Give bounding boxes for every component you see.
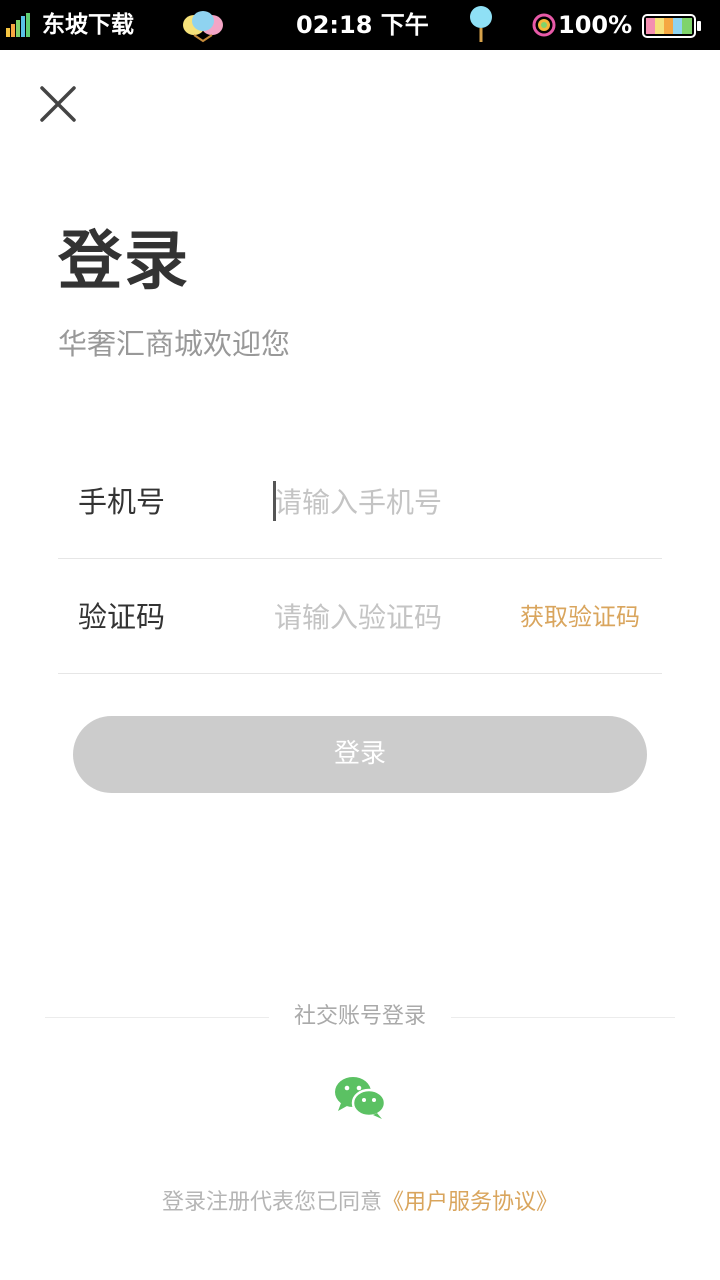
agreement-prefix: 登录注册代表您已同意: [161, 1190, 382, 1215]
battery-level: 100%: [558, 11, 633, 39]
get-code-button[interactable]: 获取验证码: [520, 599, 640, 635]
login-page: 东坡下载 02:18 下午 100% 登录 华奢汇商城欢迎您 手机号 请输入手机…: [0, 0, 720, 1280]
phone-label: 手机号: [78, 485, 166, 519]
battery-icon: [642, 14, 701, 38]
balloon-icon: [183, 11, 223, 43]
status-bar: 东坡下载 02:18 下午 100%: [0, 0, 720, 50]
divider-right: [451, 1017, 675, 1018]
text-cursor: [273, 481, 276, 521]
phone-row: 手机号: [58, 444, 662, 559]
user-agreement-link[interactable]: 《用户服务协议》: [382, 1190, 558, 1215]
phone-input[interactable]: [272, 478, 514, 526]
agreement-text: 登录注册代表您已同意《用户服务协议》: [0, 1186, 720, 1220]
page-title: 登录: [58, 225, 190, 299]
wechat-icon[interactable]: [332, 1074, 388, 1120]
login-button[interactable]: 登录: [73, 716, 647, 793]
welcome-subtitle: 华奢汇商城欢迎您: [58, 327, 291, 361]
ring-icon: [532, 13, 556, 37]
divider-left: [45, 1017, 269, 1018]
carrier-name: 东坡下载: [42, 12, 134, 38]
signal-icon: [6, 13, 30, 37]
social-login-label: 社交账号登录: [293, 1004, 426, 1029]
code-label: 验证码: [78, 600, 166, 634]
code-input[interactable]: [272, 593, 514, 641]
location-pin-icon: [470, 6, 492, 42]
close-icon[interactable]: [36, 82, 80, 126]
clock: 02:18 下午: [296, 11, 429, 39]
code-row: 验证码 获取验证码: [58, 559, 662, 674]
